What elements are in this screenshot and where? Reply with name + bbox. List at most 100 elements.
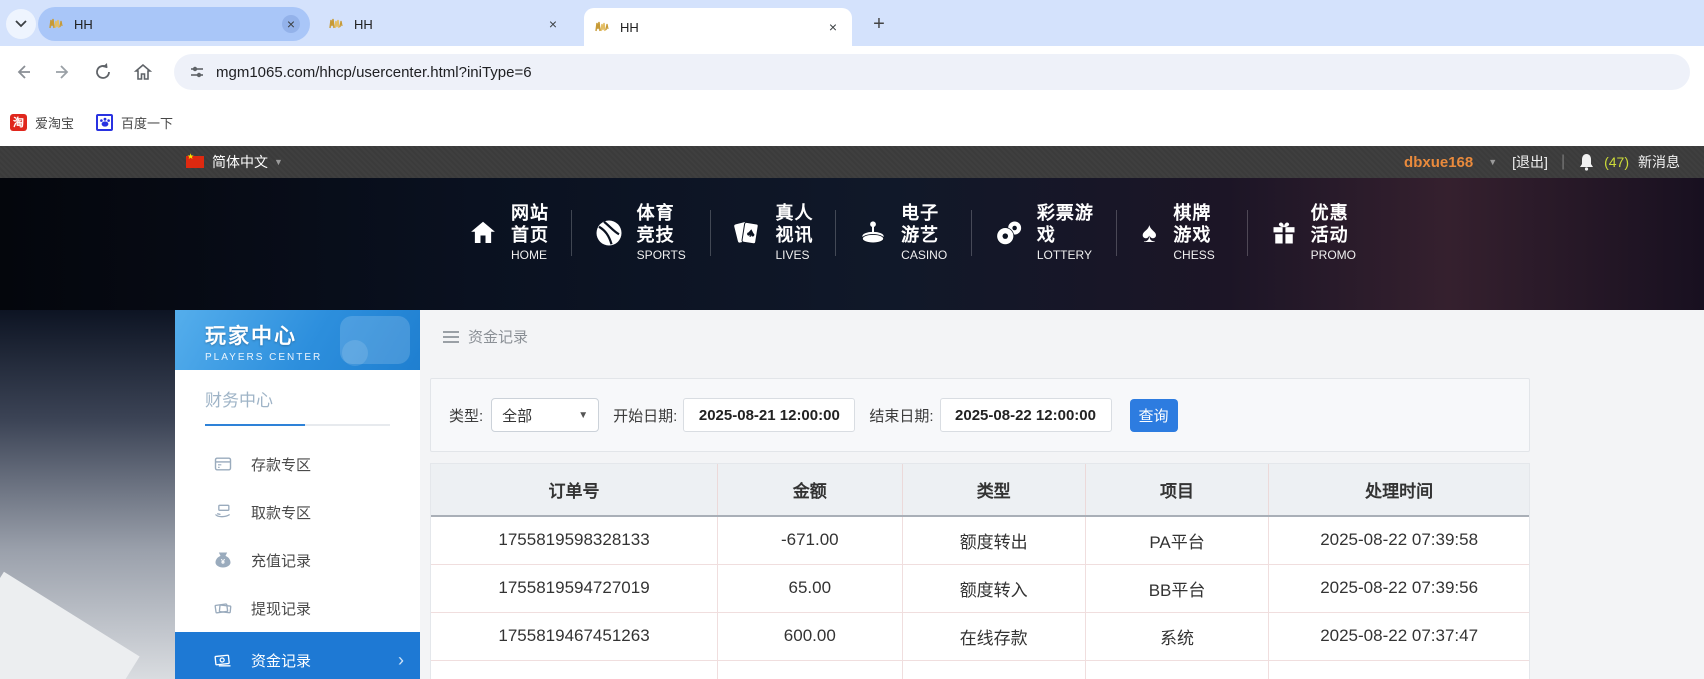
end-date-input[interactable]: 2025-08-22 12:00:00 (940, 398, 1112, 432)
section-title: 财务中心 (205, 386, 390, 411)
sidebar-item-recharge[interactable]: ¥ 充值记录 (175, 536, 420, 584)
search-button[interactable]: 查询 (1130, 399, 1178, 432)
type-select[interactable]: 全部 ▼ (491, 398, 599, 432)
tab-close-icon[interactable]: × (824, 18, 842, 36)
site-topbar: ★ 简体中文 ▼ dbxue168 ▼ [退出] | (47) 新消息 (0, 146, 1704, 178)
cashout-icon (213, 598, 233, 618)
browser-tab-1[interactable]: HH × (38, 7, 310, 41)
sidebar-section: 财务中心 (175, 370, 420, 426)
cell-amount: 65.00 (718, 564, 902, 612)
address-bar[interactable]: mgm1065.com/hhcp/usercenter.html?iniType… (174, 54, 1690, 90)
funds-table: 订单号 金额 类型 项目 处理时间 1755819598328133 -671.… (430, 463, 1530, 679)
nav-label-zh: 彩票游戏 (1037, 203, 1094, 245)
table-row: 1755819598328133 -671.00 额度转出 PA平台 2025-… (431, 516, 1529, 564)
nav-item-lottery[interactable]: 彩票游戏 LOTTERY (972, 202, 1116, 264)
cell-item: PA平台 (1085, 516, 1268, 564)
col-amount: 金额 (718, 464, 902, 516)
type-label: 类型: (449, 405, 483, 426)
cell-type: 额度转出 (902, 516, 1085, 564)
sidebar-item-deposit[interactable]: 存款专区 (175, 440, 420, 488)
browser-tab-2[interactable]: HH × (318, 7, 572, 41)
browser-tab-active[interactable]: HH × (584, 8, 852, 46)
nav-item-casino[interactable]: 电子游艺 CASINO (836, 202, 971, 264)
site-favicon (328, 16, 344, 32)
new-tab-button[interactable]: + (866, 11, 892, 37)
site-info-icon (188, 63, 206, 81)
start-date-input[interactable]: 2025-08-21 12:00:00 (683, 398, 855, 432)
sidebar-item-cashout[interactable]: 提现记录 (175, 584, 420, 632)
nav-item-sports[interactable]: 体育竞技SPORTS (572, 202, 710, 264)
nav-label-zh: 体育竞技 (637, 203, 675, 245)
site-favicon (594, 19, 610, 35)
chevron-down-icon (15, 20, 27, 28)
deposit-icon (213, 454, 233, 474)
recharge-icon: ¥ (213, 550, 233, 570)
nav-item-promo[interactable]: 优惠活动PROMO (1248, 202, 1382, 264)
forward-arrow-icon (53, 62, 73, 82)
sidebar-item-withdraw[interactable]: 取款专区 (175, 488, 420, 536)
back-arrow-icon (13, 62, 33, 82)
col-order-id: 订单号 (431, 464, 718, 516)
filter-panel: 类型: 全部 ▼ 开始日期: 2025-08-21 12:00:00 结束日期:… (430, 378, 1530, 452)
hero-banner: 网站首页HOME 体育竞技SPORTS 真人视讯LIVES (0, 178, 1704, 310)
sidebar-item-label: 提现记录 (251, 598, 311, 619)
reload-icon (93, 62, 113, 82)
nav-label-zh: 优惠活动 (1311, 203, 1349, 245)
page-heading: 资金记录 (443, 326, 528, 347)
table-row-partial (431, 660, 1529, 679)
nav-label-zh: 棋牌游戏 (1173, 203, 1211, 245)
background-left (0, 310, 175, 679)
chevron-down-icon: ▼ (274, 157, 283, 167)
back-button[interactable] (6, 55, 40, 89)
message-count[interactable]: (47) (1604, 154, 1629, 170)
logout-link[interactable]: [退出] (1512, 152, 1548, 172)
sidebar-item-funds[interactable]: 资金记录 › (175, 632, 420, 679)
reload-button[interactable] (86, 55, 120, 89)
sports-ball-icon (594, 217, 624, 249)
col-item: 项目 (1085, 464, 1268, 516)
tab-close-icon[interactable]: × (544, 15, 562, 33)
cell-time: 2025-08-22 07:39:56 (1269, 564, 1529, 612)
nav-item-chess[interactable]: ♠ 棋牌游戏CHESS (1117, 202, 1247, 264)
nav-label-zh: 真人视讯 (775, 203, 813, 245)
cell-item: BB平台 (1085, 564, 1268, 612)
nav-label-en: LOTTERY (1037, 248, 1092, 262)
bookmark-taobao[interactable]: 淘 爱淘宝 (10, 113, 74, 132)
withdraw-icon (213, 502, 233, 522)
cell-item: 系统 (1085, 612, 1268, 660)
nav-label-en: CASINO (901, 248, 947, 262)
home-icon (468, 217, 498, 249)
nav-item-lives[interactable]: 真人视讯LIVES (710, 202, 835, 264)
sidebar-item-label: 充值记录 (251, 550, 311, 571)
url-text: mgm1065.com/hhcp/usercenter.html?iniType… (216, 64, 532, 81)
nav-label-zh: 网站首页 (511, 203, 549, 245)
nav-label-en: CHESS (1173, 248, 1214, 262)
sidebar-item-label: 存款专区 (251, 454, 311, 475)
forward-button[interactable] (46, 55, 80, 89)
tab-title: HH (354, 17, 544, 32)
tab-close-icon[interactable]: × (282, 15, 300, 33)
chevron-right-icon: › (398, 650, 404, 671)
language-selector[interactable]: 简体中文 (212, 152, 268, 172)
nav-item-home[interactable]: 网站首页HOME (446, 202, 571, 264)
page-title: 资金记录 (468, 326, 528, 347)
message-label[interactable]: 新消息 (1638, 152, 1680, 172)
browser-toolbar: mgm1065.com/hhcp/usercenter.html?iniType… (0, 46, 1704, 98)
list-icon (443, 331, 459, 343)
start-date-label: 开始日期: (613, 405, 677, 426)
tab-search-button[interactable] (6, 9, 36, 39)
username-dropdown[interactable]: dbxue168 (1404, 154, 1473, 171)
home-icon (133, 62, 153, 82)
bell-icon[interactable] (1578, 153, 1595, 171)
sidebar-item-label: 资金记录 (251, 650, 311, 671)
chevron-down-icon: ▼ (1488, 157, 1497, 167)
cell-type: 额度转入 (902, 564, 1085, 612)
sidebar-menu: 存款专区 取款专区 ¥ 充值记录 (175, 440, 420, 679)
table-row: 1755819467451263 600.00 在线存款 系统 2025-08-… (431, 612, 1529, 660)
end-date-label: 结束日期: (869, 405, 933, 426)
chevron-down-icon: ▼ (578, 410, 588, 421)
nav-label-zh: 电子游艺 (901, 203, 939, 245)
bookmark-baidu[interactable]: 百度一下 (96, 113, 173, 132)
home-button[interactable] (126, 55, 160, 89)
page-content: 玩家中心 PLAYERS CENTER 财务中心 存款专区 (0, 310, 1704, 679)
